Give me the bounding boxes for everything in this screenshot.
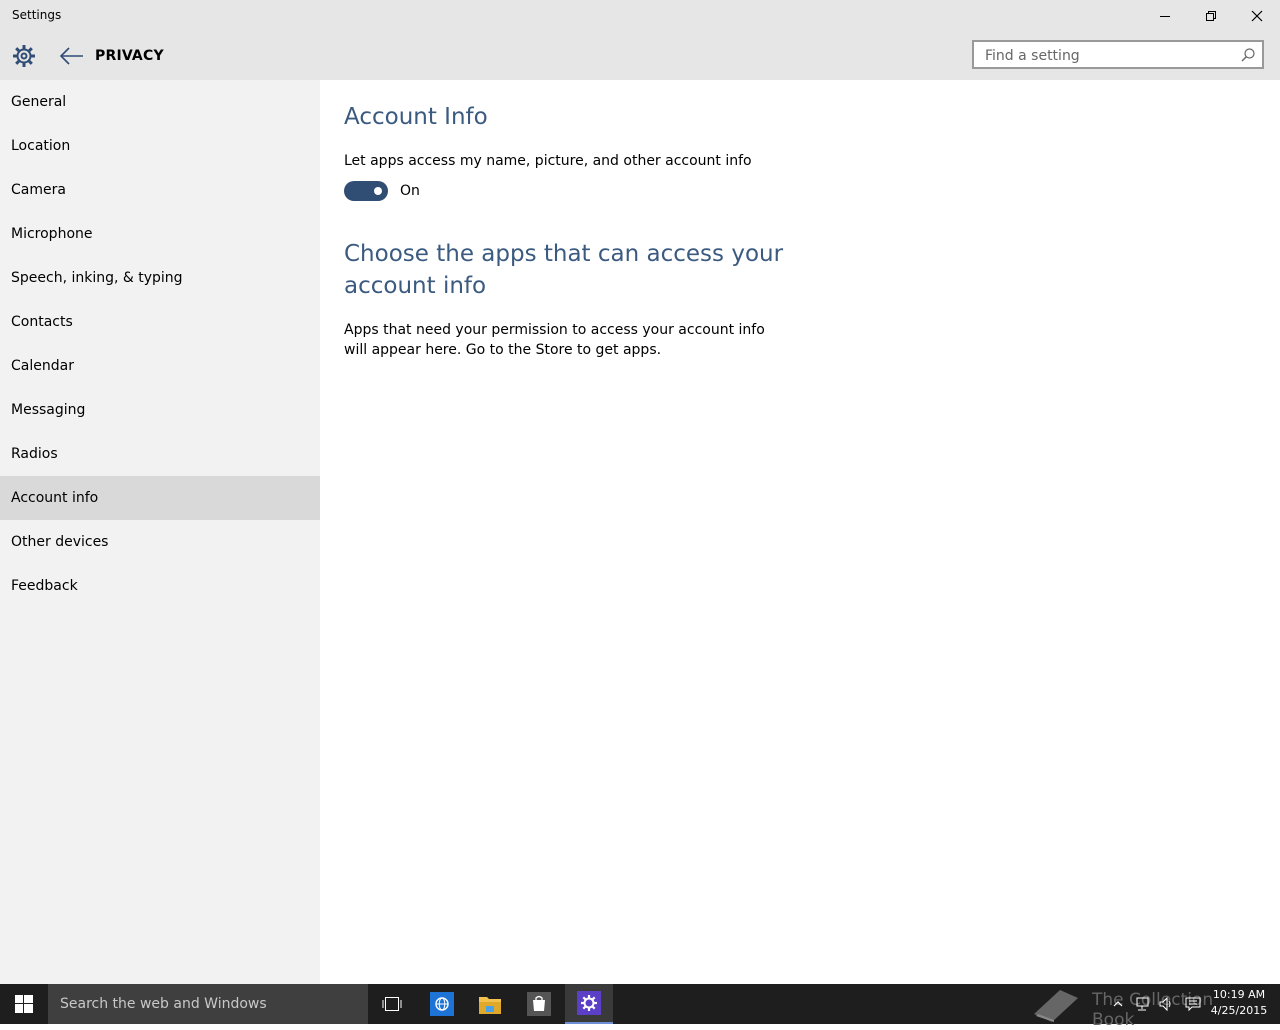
- window-title: Settings: [12, 8, 62, 22]
- book-logo-icon: [1034, 990, 1078, 1022]
- toggle-description: Let apps access my name, picture, and ot…: [344, 153, 752, 169]
- restore-button[interactable]: [1188, 0, 1234, 32]
- search-box[interactable]: [972, 40, 1264, 69]
- back-arrow-icon[interactable]: [58, 44, 86, 68]
- action-center-icon[interactable]: [1185, 996, 1201, 1012]
- toggle-state-label: On: [400, 183, 420, 199]
- sidebar-item-camera[interactable]: Camera: [0, 168, 320, 212]
- sidebar-item-account-info[interactable]: Account info: [0, 476, 320, 520]
- settings-app-icon: [577, 991, 601, 1015]
- taskbar: Search the web and Windows The Collectio…: [0, 984, 1280, 1030]
- toggle-knob: [374, 187, 382, 195]
- clock-date: 4/25/2015: [1210, 1004, 1268, 1017]
- minimize-icon: [1160, 16, 1170, 17]
- sidebar-item-contacts[interactable]: Contacts: [0, 300, 320, 344]
- privacy-sidebar: General Location Camera Microphone Speec…: [0, 80, 320, 984]
- close-button[interactable]: [1234, 0, 1280, 32]
- taskbar-app-file-explorer[interactable]: [466, 984, 514, 1024]
- taskbar-search-placeholder: Search the web and Windows: [60, 996, 267, 1012]
- clock-time: 10:19 AM: [1212, 988, 1266, 1001]
- edge-browser-icon: [430, 992, 454, 1016]
- volume-icon[interactable]: [1158, 996, 1174, 1012]
- sidebar-item-radios[interactable]: Radios: [0, 432, 320, 476]
- task-view-icon: [382, 997, 402, 1011]
- task-view-button[interactable]: [368, 984, 416, 1024]
- network-icon[interactable]: [1134, 996, 1150, 1012]
- section-heading: Account Info: [344, 104, 488, 130]
- sidebar-item-microphone[interactable]: Microphone: [0, 212, 320, 256]
- clock[interactable]: 10:19 AM 4/25/2015: [1208, 987, 1270, 1019]
- account-info-toggle[interactable]: [344, 181, 388, 201]
- settings-gear-icon: [13, 45, 35, 67]
- search-input[interactable]: [983, 46, 1237, 66]
- close-icon: [1251, 10, 1263, 22]
- start-button[interactable]: [0, 984, 48, 1024]
- page-title: PRIVACY: [95, 48, 164, 64]
- search-icon[interactable]: [1240, 47, 1256, 63]
- show-hidden-icons-icon[interactable]: [1110, 996, 1126, 1012]
- sidebar-item-general[interactable]: General: [0, 80, 320, 124]
- minimize-button[interactable]: [1142, 0, 1188, 32]
- sidebar-item-messaging[interactable]: Messaging: [0, 388, 320, 432]
- sidebar-item-calendar[interactable]: Calendar: [0, 344, 320, 388]
- taskbar-app-store[interactable]: [515, 984, 563, 1024]
- windows-start-icon: [15, 995, 33, 1013]
- sidebar-item-speech-inking-typing[interactable]: Speech, inking, & typing: [0, 256, 320, 300]
- sidebar-item-feedback[interactable]: Feedback: [0, 564, 320, 608]
- file-explorer-icon: [479, 997, 501, 1014]
- sidebar-item-location[interactable]: Location: [0, 124, 320, 168]
- title-bar: Settings: [0, 0, 1280, 32]
- settings-header: PRIVACY: [0, 32, 1280, 80]
- taskbar-app-browser[interactable]: [418, 984, 466, 1024]
- sidebar-item-other-devices[interactable]: Other devices: [0, 520, 320, 564]
- apps-heading: Choose the apps that can access your acc…: [344, 241, 784, 299]
- store-icon: [527, 992, 551, 1016]
- restore-icon: [1206, 11, 1216, 21]
- apps-description: Apps that need your permission to access…: [344, 322, 765, 358]
- taskbar-search-box[interactable]: Search the web and Windows: [48, 984, 368, 1024]
- taskbar-app-settings[interactable]: [565, 984, 613, 1024]
